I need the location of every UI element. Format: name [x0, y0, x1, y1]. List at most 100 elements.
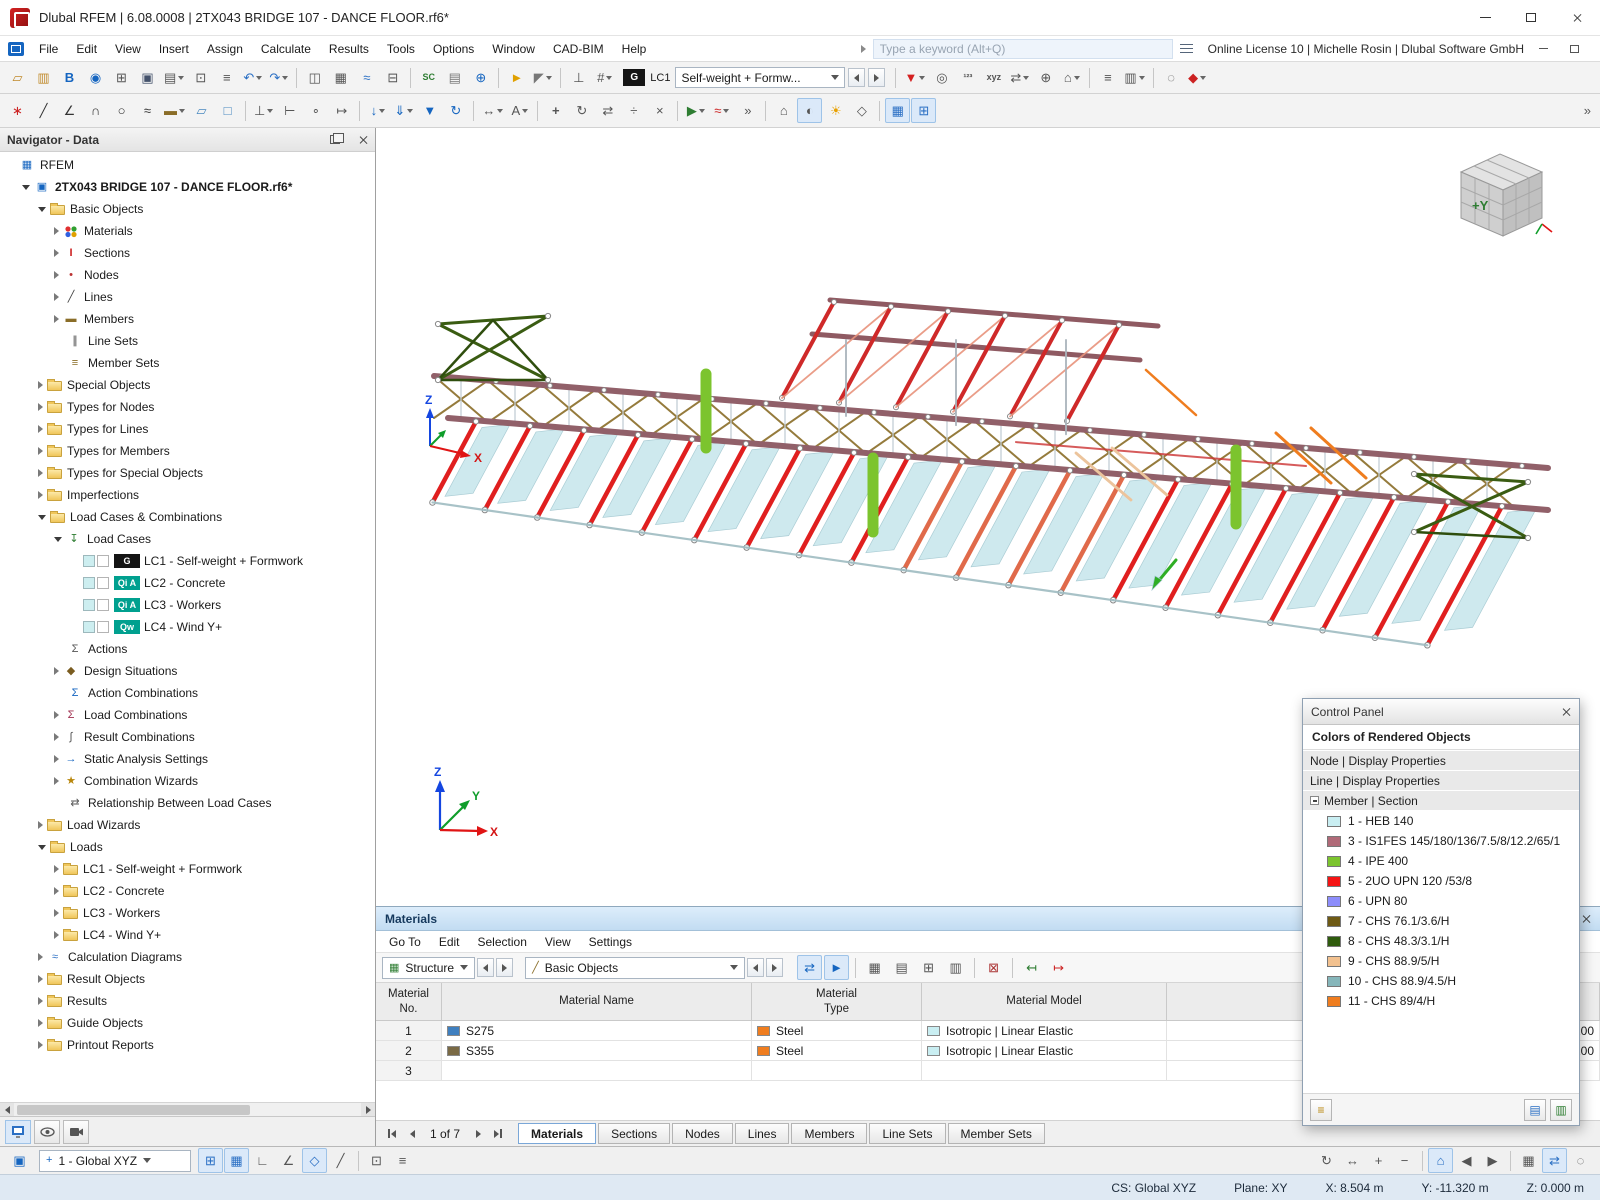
- color-scales-icon[interactable]: ▥: [1121, 65, 1147, 90]
- dlubal-center-icon[interactable]: ◉: [83, 65, 108, 90]
- tables-toggle-icon[interactable]: ▦: [328, 65, 353, 90]
- redo-icon[interactable]: ↷: [266, 65, 291, 90]
- maximize-button[interactable]: [1508, 0, 1554, 36]
- tree-expander-icon[interactable]: [38, 514, 46, 520]
- close-navigator-icon[interactable]: [358, 135, 368, 145]
- new-model-icon[interactable]: ▱: [5, 65, 30, 90]
- navigator-horizontal-scrollbar[interactable]: [0, 1102, 375, 1117]
- material-name-cell[interactable]: S355: [442, 1041, 752, 1061]
- table-tab-sections[interactable]: Sections: [598, 1123, 671, 1144]
- tree-expander-icon[interactable]: [38, 425, 43, 433]
- previous-view-icon[interactable]: ◀: [1454, 1148, 1479, 1173]
- printout-report-icon[interactable]: ≡: [214, 65, 239, 90]
- tree-item-load-cases-combinations[interactable]: Load Cases & Combinations: [0, 506, 375, 528]
- zoom-in-icon[interactable]: +: [1366, 1148, 1391, 1173]
- renumber-objects-icon[interactable]: ⇄: [1007, 65, 1032, 90]
- nodal-support-icon[interactable]: ⊥: [251, 98, 276, 123]
- tree-expander-icon[interactable]: [38, 491, 43, 499]
- table-menu-go-to[interactable]: Go To: [380, 932, 430, 952]
- scroll-left-icon[interactable]: [0, 1102, 14, 1117]
- table-tab-materials[interactable]: Materials: [518, 1123, 597, 1144]
- move-copy-icon[interactable]: +: [543, 98, 568, 123]
- new-opening-icon[interactable]: □: [215, 98, 240, 123]
- table-views-icon[interactable]: ▦: [862, 955, 887, 980]
- mirror-objects-icon[interactable]: ⇄: [595, 98, 620, 123]
- undo-icon[interactable]: ↶: [240, 65, 265, 90]
- last-table-button[interactable]: [488, 1124, 508, 1144]
- table-menu-selection[interactable]: Selection: [469, 932, 536, 952]
- tree-item-lc3-workers[interactable]: Qi A LC3 - Workers: [0, 594, 375, 616]
- render-mode-icon[interactable]: ◐: [797, 98, 823, 123]
- tree-expander-icon[interactable]: [38, 206, 46, 212]
- view-grid-icon[interactable]: ▦: [885, 98, 911, 123]
- new-circle-icon[interactable]: ○: [109, 98, 134, 123]
- tree-item-types-for-lines[interactable]: Types for Lines: [0, 418, 375, 440]
- tree-item-combination-wizards[interactable]: ★ Combination Wizards: [0, 770, 375, 792]
- pan-view-icon[interactable]: ↔: [1340, 1148, 1365, 1173]
- navigator-tab-views[interactable]: [63, 1119, 89, 1144]
- section-color-item[interactable]: 7 - CHS 76.1/3.6/H: [1303, 911, 1579, 931]
- calculate-all-icon[interactable]: ▶: [683, 98, 708, 123]
- tree-expander-icon[interactable]: [38, 403, 43, 411]
- scrollbar-thumb[interactable]: [17, 1104, 250, 1115]
- snap-toggle-icon[interactable]: ⊞: [198, 1148, 223, 1173]
- open-model-icon[interactable]: ▥: [31, 65, 56, 90]
- zoom-out-icon[interactable]: −: [1392, 1148, 1417, 1173]
- tree-expander-icon[interactable]: [38, 447, 43, 455]
- tree-item-basic-objects[interactable]: Basic Objects: [0, 198, 375, 220]
- menu-options[interactable]: Options: [424, 38, 483, 60]
- table-colors-icon[interactable]: ▥: [943, 955, 968, 980]
- tree-item-lc3-workers[interactable]: LC3 - Workers: [0, 902, 375, 924]
- material-name-cell[interactable]: S275: [442, 1021, 752, 1041]
- row-number-cell[interactable]: 1: [376, 1021, 442, 1041]
- load-case-dropdown[interactable]: Self-weight + Formw...: [675, 67, 846, 88]
- tree-item-2tx043-bridge-107-dance-floor-rf6[interactable]: ▣ 2TX043 BRIDGE 107 - DANCE FLOOR.rf6*: [0, 176, 375, 198]
- material-type-cell[interactable]: Steel: [752, 1041, 922, 1061]
- tree-item-imperfections[interactable]: Imperfections: [0, 484, 375, 506]
- work-plane-icon[interactable]: ⊥: [566, 65, 591, 90]
- new-surface-icon[interactable]: ▱: [189, 98, 214, 123]
- numbering-axes-icon[interactable]: xyz: [981, 65, 1006, 90]
- close-table-icon[interactable]: [1581, 914, 1591, 924]
- calculation-settings-icon[interactable]: ◆: [1185, 65, 1210, 90]
- tree-item-special-objects[interactable]: Special Objects: [0, 374, 375, 396]
- message-center-icon[interactable]: ◌: [1568, 1148, 1593, 1173]
- section-color-item[interactable]: 9 - CHS 88.9/5/H: [1303, 951, 1579, 971]
- material-name-cell[interactable]: [442, 1061, 752, 1081]
- isometric-view-icon[interactable]: ⌂: [771, 98, 796, 123]
- line-support-icon[interactable]: ⊢: [277, 98, 302, 123]
- search-box[interactable]: [872, 38, 1173, 59]
- panel-manager-icon[interactable]: ⊞: [109, 65, 134, 90]
- tree-item-line-sets[interactable]: ∥ Line Sets: [0, 330, 375, 352]
- tree-expander-icon[interactable]: [38, 844, 46, 850]
- display-settings-icon[interactable]: ≡: [1095, 65, 1120, 90]
- tree-expander-icon[interactable]: [38, 997, 43, 1005]
- clear-table-icon[interactable]: ⊠: [981, 955, 1006, 980]
- divide-line-icon[interactable]: ÷: [621, 98, 646, 123]
- tree-expander-icon[interactable]: [54, 315, 59, 323]
- visibility-modes-icon[interactable]: ◎: [929, 65, 954, 90]
- tree-expander-icon[interactable]: [38, 469, 43, 477]
- object-snap-icon[interactable]: ◇: [302, 1148, 327, 1173]
- tree-item-lc4-wind-y[interactable]: LC4 - Wind Y+: [0, 924, 375, 946]
- panel-toggle-icon[interactable]: ⊟: [380, 65, 405, 90]
- navigation-cube[interactable]: +Y: [1459, 153, 1553, 237]
- section-color-item[interactable]: 1 - HEB 140: [1303, 811, 1579, 831]
- section-color-item[interactable]: 8 - CHS 48.3/3.1/H: [1303, 931, 1579, 951]
- dimension-icon[interactable]: ↔: [479, 98, 506, 123]
- section-color-item[interactable]: 10 - CHS 88.9/4.5/H: [1303, 971, 1579, 991]
- tree-item-rfem[interactable]: ▦ RFEM: [0, 154, 375, 176]
- member-eccentricity-icon[interactable]: ↦: [329, 98, 354, 123]
- tree-expander-icon[interactable]: [54, 667, 59, 675]
- menu-assign[interactable]: Assign: [198, 38, 252, 60]
- viewport-display-icon[interactable]: ▣: [7, 1148, 32, 1173]
- tree-item-lc2-concrete[interactable]: Qi A LC2 - Concrete: [0, 572, 375, 594]
- material-model-cell[interactable]: [922, 1061, 1167, 1081]
- tree-item-printout-reports[interactable]: Printout Reports: [0, 1034, 375, 1056]
- next-view-icon[interactable]: ▶: [1480, 1148, 1505, 1173]
- table-view-icon[interactable]: ▦: [1516, 1148, 1541, 1173]
- previous-table-button[interactable]: [747, 958, 765, 977]
- tree-item-lc2-concrete[interactable]: LC2 - Concrete: [0, 880, 375, 902]
- color-scale-icon[interactable]: ▤: [1524, 1098, 1546, 1121]
- tree-item-design-situations[interactable]: ◆ Design Situations: [0, 660, 375, 682]
